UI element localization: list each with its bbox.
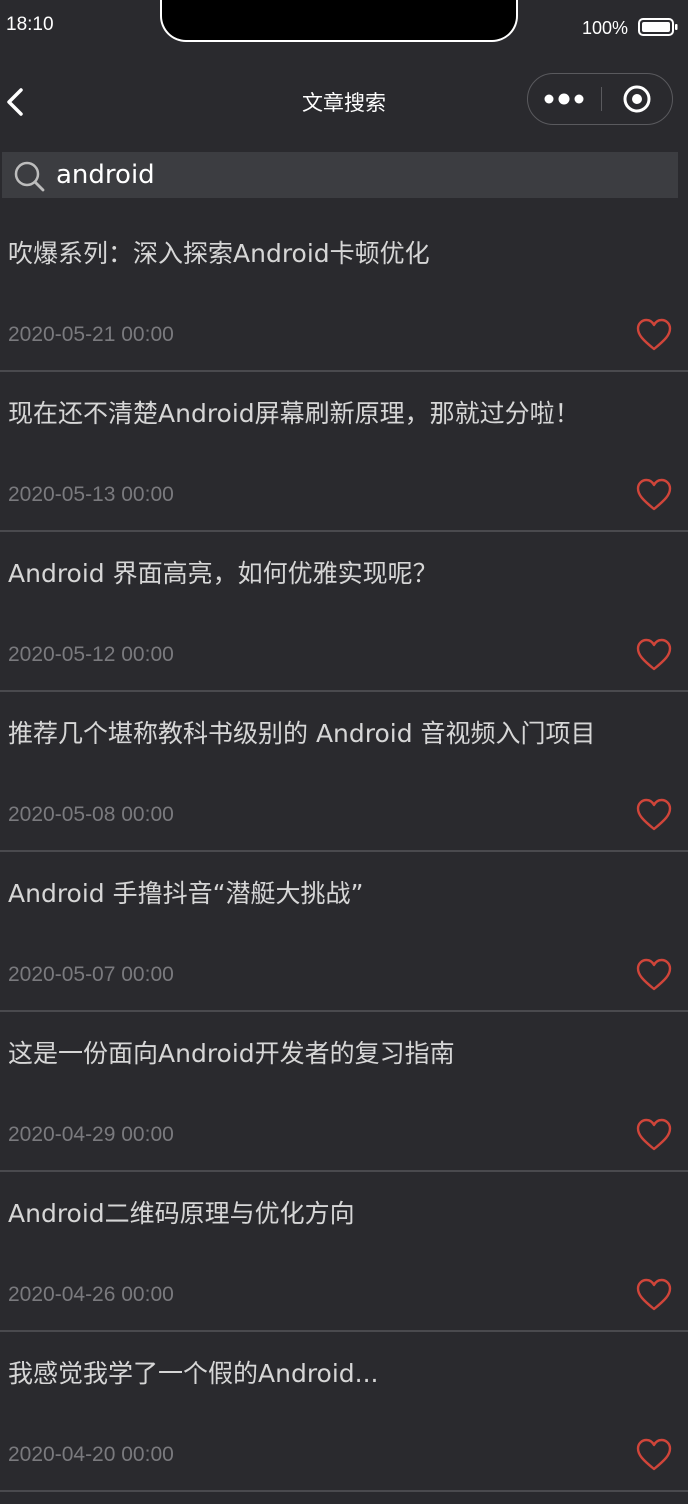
search-bar	[2, 152, 678, 198]
list-item[interactable]: 这是一份面向Android开发者的复习指南 2020-04-29 00:00	[0, 1012, 688, 1172]
heart-icon[interactable]	[636, 478, 672, 512]
article-title: 现在还不清楚Android屏幕刷新原理，那就过分啦！	[8, 399, 580, 428]
article-date: 2020-05-07 00:00	[8, 963, 174, 986]
battery-icon	[638, 18, 678, 36]
list-item[interactable]: Android二维码原理与优化方向 2020-04-26 00:00	[0, 1172, 688, 1332]
heart-icon[interactable]	[636, 638, 672, 672]
more-dots-icon[interactable]	[528, 74, 602, 124]
status-time: 18:10	[6, 14, 54, 35]
heart-icon[interactable]	[636, 1118, 672, 1152]
battery-percent: 100%	[581, 18, 628, 38]
heart-icon[interactable]	[636, 1278, 672, 1312]
search-input[interactable]	[56, 157, 656, 193]
list-item[interactable]: Android 手撸抖音“潜艇大挑战” 2020-05-07 00:00	[0, 852, 688, 1012]
device-notch	[160, 0, 518, 42]
list-item[interactable]: 推荐几个堪称教科书级别的 Android 音视频入门项目 2020-05-08 …	[0, 692, 688, 852]
article-date: 2020-04-20 00:00	[8, 1443, 174, 1466]
list-item[interactable]: 我感觉我学了一个假的Android... 2020-04-20 00:00	[0, 1332, 688, 1492]
article-date: 2020-04-26 00:00	[8, 1283, 174, 1306]
list-item[interactable]: 吹爆系列：深入探索Android卡顿优化 2020-05-21 00:00	[0, 212, 688, 372]
search-icon	[14, 161, 45, 192]
navigation-bar: 文章搜索	[0, 60, 688, 144]
article-title: 推荐几个堪称教科书级别的 Android 音视频入门项目	[8, 719, 596, 748]
list-item[interactable]: Android 界面高亮，如何优雅实现呢？ 2020-05-12 00:00	[0, 532, 688, 692]
article-title: Android 界面高亮，如何优雅实现呢？	[8, 559, 438, 588]
mini-program-capsule	[527, 73, 673, 125]
article-date: 2020-04-29 00:00	[8, 1123, 174, 1146]
article-title: Android 手撸抖音“潜艇大挑战”	[8, 879, 364, 908]
article-title: 我感觉我学了一个假的Android...	[8, 1359, 379, 1388]
article-date: 2020-05-12 00:00	[8, 643, 174, 666]
list-item[interactable]: 现在还不清楚Android屏幕刷新原理，那就过分啦！ 2020-05-13 00…	[0, 372, 688, 532]
article-title: 吹爆系列：深入探索Android卡顿优化	[8, 239, 430, 268]
heart-icon[interactable]	[636, 318, 672, 352]
capsule-divider	[601, 87, 602, 111]
article-title: Android二维码原理与优化方向	[8, 1199, 355, 1228]
article-date: 2020-05-21 00:00	[8, 323, 174, 346]
article-list: 吹爆系列：深入探索Android卡顿优化 2020-05-21 00:00 现在…	[0, 212, 688, 1492]
heart-icon[interactable]	[636, 1438, 672, 1472]
status-bar: 18:10 100%	[0, 0, 688, 60]
target-circle-icon[interactable]	[604, 74, 672, 124]
article-date: 2020-05-13 00:00	[8, 483, 174, 506]
article-date: 2020-05-08 00:00	[8, 803, 174, 826]
article-title: 这是一份面向Android开发者的复习指南	[8, 1039, 455, 1068]
heart-icon[interactable]	[636, 798, 672, 832]
heart-icon[interactable]	[636, 958, 672, 992]
